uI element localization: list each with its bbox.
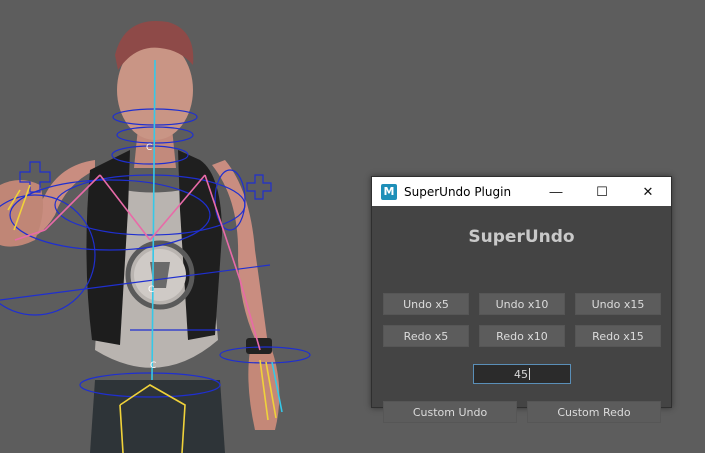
custom-undo-button[interactable]: Custom Undo	[383, 401, 517, 423]
count-input-value: 45	[514, 367, 528, 381]
custom-redo-button[interactable]: Custom Redo	[527, 401, 661, 423]
maximize-button[interactable]: ☐	[579, 177, 625, 206]
window-titlebar[interactable]: M SuperUndo Plugin — ☐ ✕	[372, 177, 671, 206]
superundo-plugin-window: M SuperUndo Plugin — ☐ ✕ SuperUndo Undo …	[371, 176, 672, 423]
maya-app-icon: M	[381, 183, 397, 200]
svg-text:C: C	[148, 285, 154, 295]
svg-text:C: C	[146, 143, 152, 153]
undo-x10-button[interactable]: Undo x10	[479, 293, 565, 315]
window-controls: — ☐ ✕	[533, 177, 671, 206]
redo-x10-button[interactable]: Redo x10	[479, 325, 565, 347]
undo-x15-button[interactable]: Undo x15	[575, 293, 661, 315]
redo-x5-button[interactable]: Redo x5	[383, 325, 469, 347]
window-title: SuperUndo Plugin	[404, 184, 512, 199]
redo-x15-button[interactable]: Redo x15	[575, 325, 661, 347]
plugin-panel: SuperUndo Undo x5 Undo x10 Undo x15 Redo…	[372, 206, 671, 423]
text-caret	[529, 368, 530, 380]
close-button[interactable]: ✕	[625, 177, 671, 206]
plugin-heading: SuperUndo	[468, 227, 575, 247]
minimize-button[interactable]: —	[533, 177, 579, 206]
svg-text:C: C	[150, 361, 156, 371]
undo-x5-button[interactable]: Undo x5	[383, 293, 469, 315]
count-input[interactable]: 45	[473, 364, 571, 384]
